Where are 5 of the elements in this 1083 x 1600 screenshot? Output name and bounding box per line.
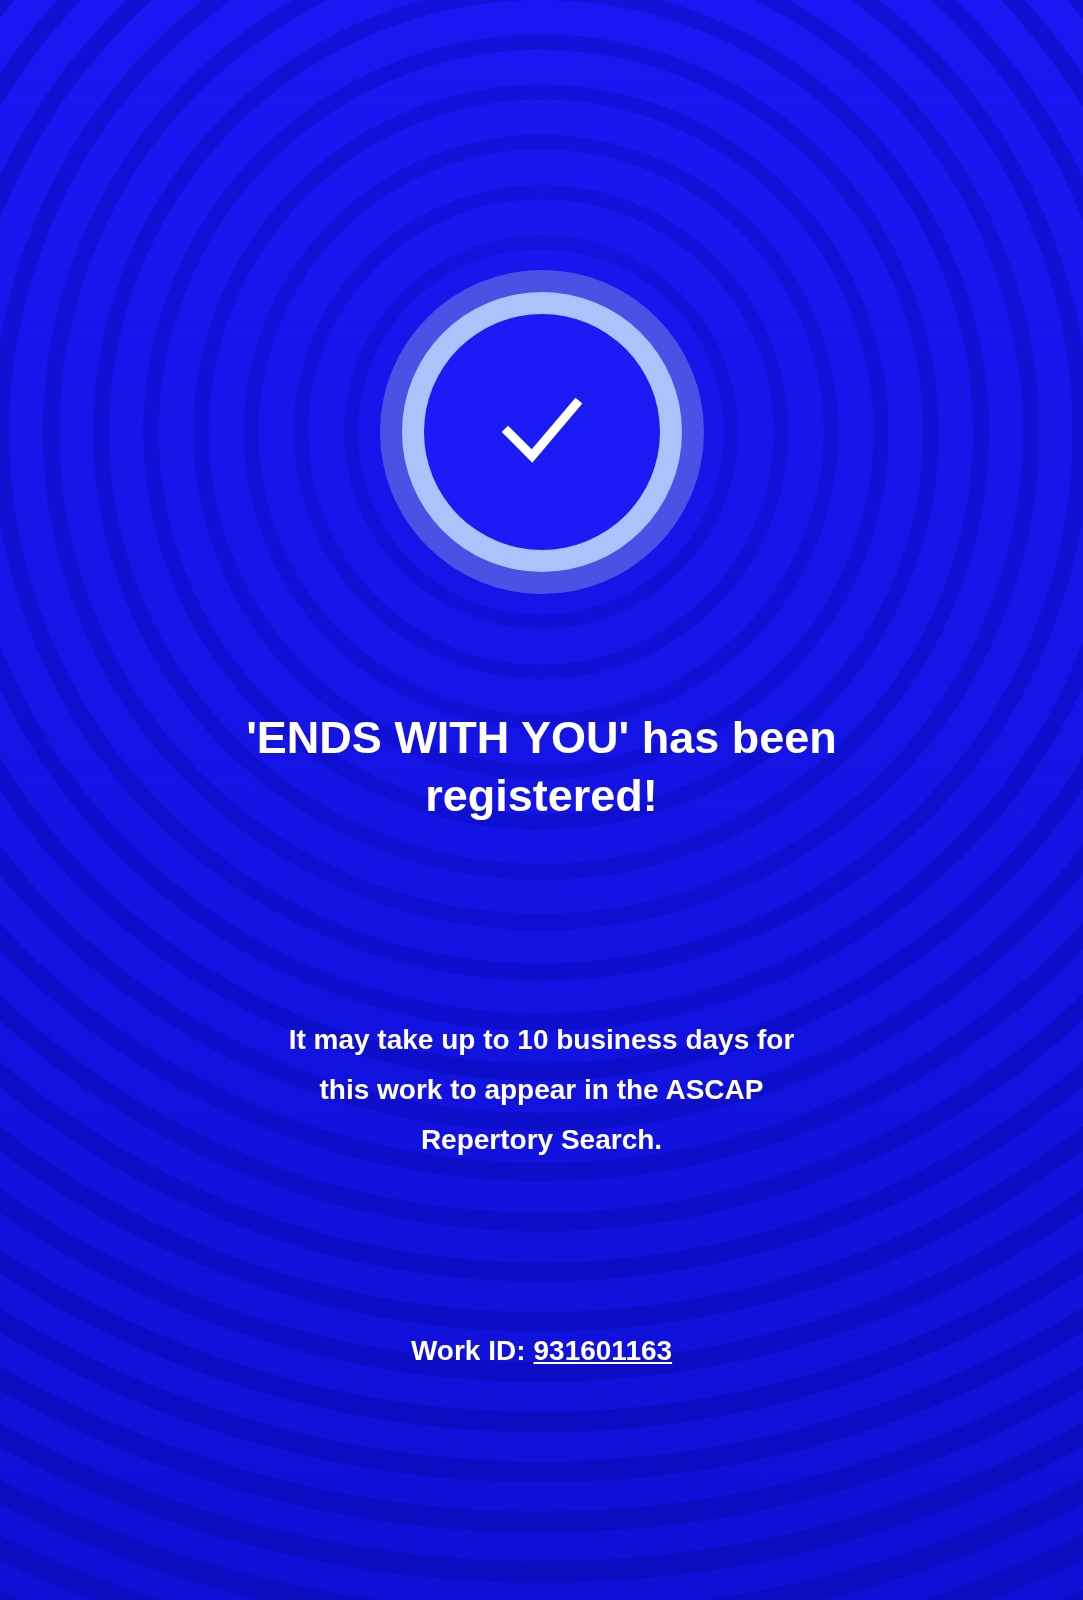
check-icon: [379, 270, 704, 594]
work-id-link[interactable]: 931601163: [533, 1330, 673, 1372]
registration-message: It may take up to 10 business days for this work to appear in the ASCAP Repertory Search.: [287, 1023, 796, 1157]
confirmation-title: 'ENDS WITH YOU' has been registered!: [245, 711, 838, 823]
work-id-label: Work ID:: [410, 1334, 526, 1368]
